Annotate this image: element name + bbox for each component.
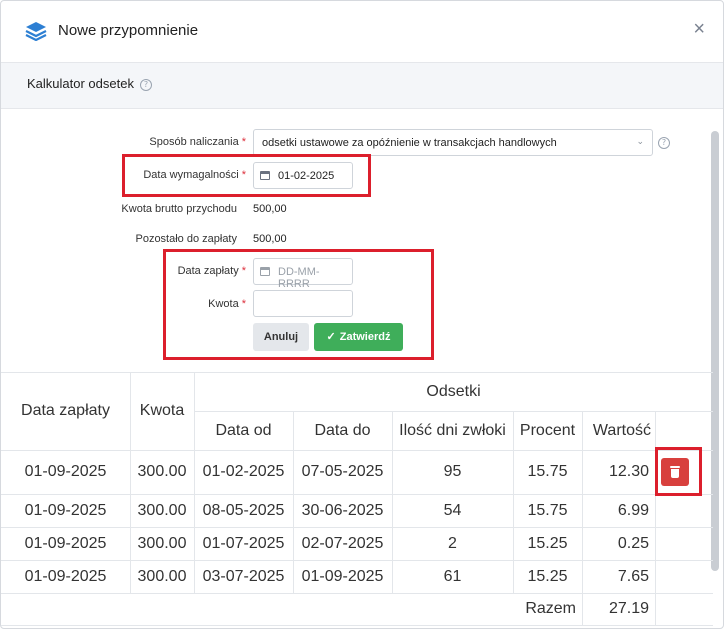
cell-percent: 15.25 (527, 567, 568, 585)
total-label: Razem (525, 600, 576, 617)
cell-date-from: 01-02-2025 (202, 463, 285, 480)
method-select[interactable]: odsetki ustawowe za opóźnienie w transak… (253, 129, 653, 156)
th-days-late: Ilość dni zwłoki (399, 421, 506, 439)
cell-date-from: 03-07-2025 (202, 567, 285, 585)
remaining-label: Pozostało do zapłaty (135, 233, 237, 245)
cell-value: 7.65 (617, 567, 649, 585)
cell-days: 95 (443, 463, 462, 480)
cell-value: 12.30 (608, 463, 649, 480)
section-title: Kalkulator odsetek (27, 76, 134, 91)
th-percent: Procent (519, 421, 576, 439)
cell-date-to: 01-09-2025 (301, 567, 384, 585)
th-payment-date: Data zapłaty (21, 402, 110, 419)
cell-days: 54 (443, 501, 462, 519)
cell-date-from: 08-05-2025 (202, 501, 285, 519)
gross-label: Kwota brutto przychodu (121, 203, 237, 215)
cell-amount: 300.00 (137, 463, 187, 480)
cell-days: 61 (443, 567, 462, 585)
cell-payment-date: 01-09-2025 (24, 534, 107, 552)
highlight-box-payment (163, 249, 434, 360)
close-icon[interactable]: × (693, 19, 705, 39)
th-amount: Kwota (139, 402, 185, 419)
cell-payment-date: 01-09-2025 (24, 501, 107, 519)
th-date-from: Data od (215, 421, 272, 439)
cell-date-from: 01-07-2025 (202, 534, 285, 552)
cell-amount: 300.00 (137, 534, 187, 552)
method-help-icon[interactable]: ? (658, 137, 670, 149)
method-select-value: odsetki ustawowe za opóźnienie w transak… (262, 137, 557, 149)
cell-date-to: 07-05-2025 (301, 463, 384, 480)
scrollbar[interactable] (711, 131, 719, 571)
total-value: 27.19 (608, 600, 649, 617)
method-label: Sposób naliczania * (149, 136, 246, 148)
cell-amount: 300.00 (137, 501, 187, 519)
th-date-to: Data do (314, 421, 371, 439)
th-interest-group: Odsetki (426, 382, 481, 400)
reminder-modal: Nowe przypomnienie × Kalkulator odsetek … (0, 0, 724, 629)
layers-icon (25, 22, 47, 41)
cell-date-to: 30-06-2025 (301, 501, 384, 519)
help-icon[interactable]: ? (140, 79, 152, 91)
cell-payment-date: 01-09-2025 (24, 463, 107, 480)
modal-header: Nowe przypomnienie × (1, 1, 723, 63)
cell-value: 0.25 (617, 534, 649, 552)
cell-percent: 15.75 (527, 463, 568, 480)
table-col-divider (655, 411, 656, 625)
cell-days: 2 (448, 534, 457, 552)
table-divider (1, 625, 713, 626)
modal-title: Nowe przypomnienie (58, 22, 199, 39)
cell-percent: 15.25 (527, 534, 568, 552)
cell-amount: 300.00 (137, 567, 187, 585)
remaining-value: 500,00 (253, 233, 287, 245)
cell-value: 6.99 (617, 501, 649, 519)
chevron-down-icon: ⌄ (636, 136, 644, 146)
highlight-box-delete (655, 447, 702, 496)
th-value: Wartość (592, 421, 651, 439)
section-header: Kalkulator odsetek (1, 63, 723, 109)
cell-percent: 15.75 (527, 501, 568, 519)
highlight-box-due-date (122, 154, 371, 197)
cell-payment-date: 01-09-2025 (24, 567, 107, 585)
gross-value: 500,00 (253, 203, 287, 215)
cell-date-to: 02-07-2025 (301, 534, 384, 552)
